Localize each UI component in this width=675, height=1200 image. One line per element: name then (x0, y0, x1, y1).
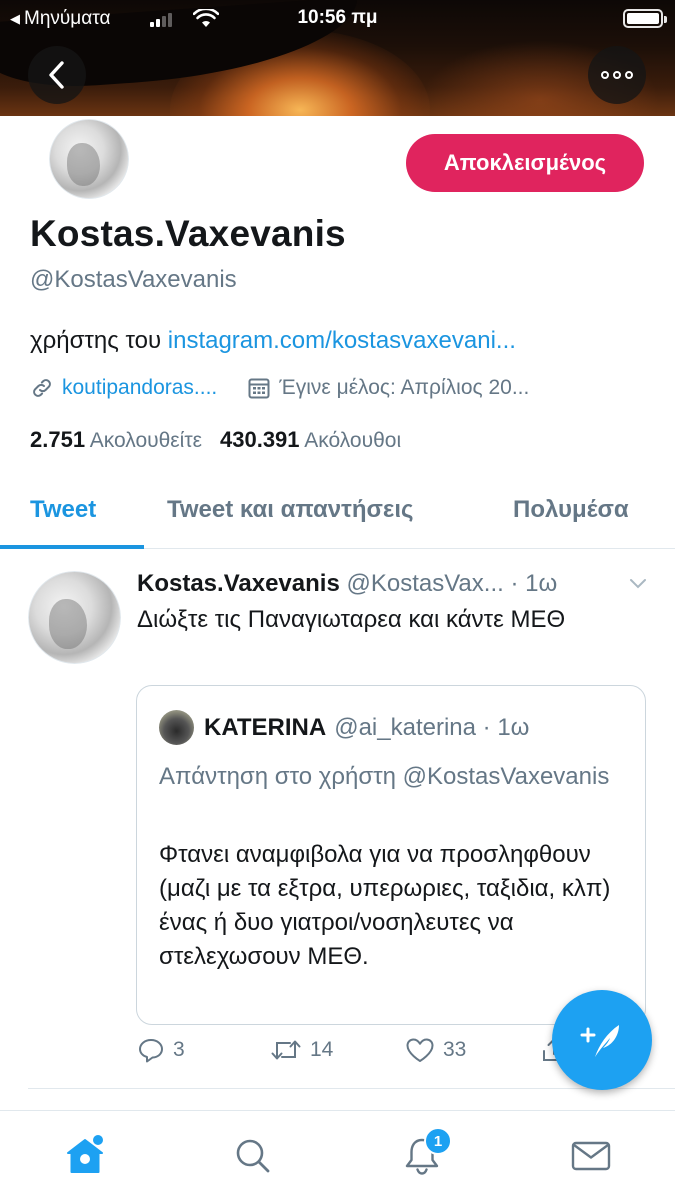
tweet-avatar[interactable] (28, 571, 121, 664)
chevron-down-icon[interactable] (627, 572, 649, 594)
quoted-author-name: KATERINA (204, 713, 327, 741)
heart-icon (406, 1038, 434, 1062)
quoted-tweet-avatar (159, 710, 194, 745)
bio-text: χρήστης του (30, 327, 168, 354)
tweet-author-name[interactable]: Kostas.Vaxevanis (137, 570, 340, 597)
calendar-icon (248, 378, 270, 399)
bio-instagram-link[interactable]: instagram.com/kostasvaxevani... (168, 327, 516, 354)
retweet-button[interactable]: 14 (270, 1037, 333, 1063)
nav-home[interactable] (55, 1129, 115, 1183)
like-count: 33 (443, 1038, 467, 1061)
profile-join-date: Έγινε μέλος: Απρίλιος 20... (279, 376, 530, 399)
profile-bio: χρήστης του instagram.com/kostasvaxevani… (30, 327, 516, 355)
retweet-icon (271, 1040, 301, 1060)
profile-display-name: Kostas.Vaxevanis (30, 213, 346, 254)
reply-button[interactable]: 3 (137, 1037, 185, 1063)
followers-count: 430.391 (220, 427, 300, 452)
tweet-time: · 1ω (510, 570, 558, 597)
tab-tweets-and-replies[interactable]: Tweet και απαντήσεις (167, 496, 413, 524)
profile-website-link[interactable]: koutipandoras.... (62, 376, 217, 400)
bottom-navigation: 1 (0, 1110, 675, 1200)
tweet-actions: 3 14 33 (137, 1037, 607, 1077)
quoted-tweet-time: · 1ω (482, 713, 530, 741)
reply-icon (139, 1039, 163, 1063)
tweet-header: Kostas.Vaxevanis @KostasVax... · 1ω (137, 570, 657, 598)
followers-stat[interactable]: 430.391 Ακόλουθοι (220, 427, 402, 452)
blocked-button[interactable]: Αποκλεισμένος (406, 134, 644, 192)
quoted-tweet[interactable]: KATERINA @ai_katerina · 1ω Απάντηση στο … (136, 685, 646, 1025)
tweet-author-handle[interactable]: @KostasVax... (346, 570, 503, 597)
followers-label: Ακόλουθοι (304, 429, 402, 452)
notification-badge: 1 (424, 1127, 452, 1155)
quoted-author-handle: @ai_katerina (334, 713, 476, 741)
compose-tweet-button[interactable] (552, 990, 652, 1090)
reply-count: 3 (173, 1038, 185, 1061)
link-icon (33, 379, 51, 397)
quoted-tweet-text: Φτανει αναμφιβολα για να προσληφθουν (μα… (159, 841, 611, 970)
back-button[interactable] (28, 46, 86, 104)
status-bar: ◀ Μηνύματα 10:56 πμ (0, 0, 675, 38)
following-stat[interactable]: 2.751 Ακολουθείτε (30, 427, 202, 452)
search-icon (236, 1139, 270, 1173)
nav-search[interactable] (223, 1129, 283, 1183)
following-label: Ακολουθείτε (89, 429, 202, 452)
profile-tabs: Tweet Tweet και απαντήσεις Πολυμέσα (0, 474, 675, 549)
nav-notifications[interactable]: 1 (392, 1127, 452, 1183)
quoted-tweet-header: KATERINA @ai_katerina · 1ω (159, 710, 529, 745)
following-count: 2.751 (30, 427, 86, 452)
profile-avatar[interactable] (46, 116, 132, 202)
tab-media[interactable]: Πολυμέσα (513, 496, 629, 524)
more-options-button[interactable] (588, 46, 646, 104)
battery-icon (623, 9, 667, 28)
follow-stats: 2.751 Ακολουθείτε 430.391 Ακόλουθοι (30, 427, 401, 453)
tab-tweets[interactable]: Tweet (30, 496, 96, 524)
retweet-count: 14 (310, 1038, 334, 1061)
home-icon (67, 1135, 103, 1173)
profile-meta: koutipandoras.... Έγινε μέλος: Απρίλιος … (30, 376, 529, 400)
quoted-reply-context: Απάντηση στο χρήστη @KostasVaxevanis (159, 763, 610, 790)
profile-handle: @KostasVaxevanis (30, 266, 237, 293)
more-dots-icon (601, 71, 633, 79)
like-button[interactable]: 33 (405, 1037, 466, 1063)
status-time: 10:56 πμ (297, 7, 378, 28)
chevron-left-icon (49, 61, 64, 89)
mail-icon (571, 1141, 611, 1171)
tweet-divider (28, 1088, 675, 1089)
tweet-text: Διώξτε τις Παναγιωταρεα και κάντε ΜΕΘ (137, 606, 566, 633)
active-tab-indicator (0, 545, 144, 549)
nav-messages[interactable] (561, 1129, 621, 1183)
compose-feather-icon (580, 1025, 619, 1057)
